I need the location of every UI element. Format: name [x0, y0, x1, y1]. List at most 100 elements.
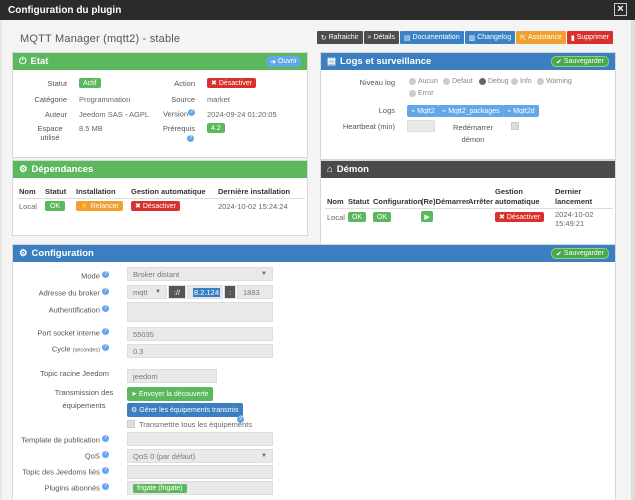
topic-jeedoms-input[interactable] — [127, 465, 273, 479]
institution-icon: ⌂ — [327, 164, 333, 175]
help-icon[interactable]: ? — [102, 451, 109, 458]
dep-col-derniere: Dernière installation — [218, 187, 291, 196]
open-button[interactable]: ➜ Ouvrir — [266, 56, 301, 67]
demon-header: ⌂ Démon — [321, 161, 615, 178]
topic-racine-input[interactable]: jeedom — [127, 369, 217, 383]
details-button[interactable]: ⌕ Détails — [363, 31, 399, 44]
help-icon[interactable]: ? — [102, 288, 109, 295]
plugin-toolbar: ↻ Rafraichir ⌕ Détails ▤ Documentation ▥ Cha… — [316, 31, 613, 44]
demon-col-restart: (Re)Démarrer — [421, 197, 469, 206]
trash-icon: ▮ — [570, 34, 575, 42]
close-icon[interactable]: × — [614, 3, 627, 16]
transmit-all-checkbox[interactable] — [127, 420, 135, 428]
broker-protocol-select[interactable]: mqtt ▼ — [127, 285, 167, 299]
delete-button[interactable]: ▮ Supprimer — [566, 31, 613, 44]
help-icon[interactable]: ? — [102, 483, 109, 490]
disable-plugin-button[interactable]: ✖ Désactiver — [207, 78, 256, 88]
logs-save-button[interactable]: ✔ Sauvegarder — [551, 56, 609, 67]
source-label: Source — [171, 95, 195, 104]
level-radio-error[interactable]: Error — [409, 90, 434, 97]
plugin-tag[interactable]: frigate (frigate) — [133, 483, 187, 493]
chevron-down-icon: ▼ — [261, 271, 267, 277]
redemarrer-label: Redémarrer démon — [452, 123, 493, 144]
dep-col-statut: Statut — [45, 187, 67, 196]
etat-panel: ⏻ Etat ➜ Ouvrir Statut Actif Action ✖ Désa… — [12, 52, 308, 158]
chevron-down-icon: ▼ — [155, 289, 161, 295]
broker-separator: :// — [168, 285, 186, 299]
espace-value: 8.5 MB — [79, 124, 103, 133]
log-mqtt2-button[interactable]: ⌁ Mqtt2 — [407, 105, 439, 117]
external-link-icon: ⇱ — [520, 34, 526, 42]
broker-host-input[interactable]: 8.2.124 — [187, 285, 223, 299]
port-socket-label: Port socket interne ? — [37, 328, 109, 338]
help-icon[interactable]: ? — [102, 467, 109, 474]
level-radio-warning[interactable]: Warning — [537, 78, 572, 85]
help-icon[interactable]: ? — [237, 416, 244, 423]
refresh-button[interactable]: ↻ Rafraichir — [316, 31, 363, 44]
heartbeat-input[interactable] — [407, 120, 435, 132]
categorie-label: Catégorie — [34, 95, 67, 104]
mode-select[interactable]: Broker distant ▼ — [127, 267, 273, 281]
transmit-all-label: Transmettre tous les équipements — [139, 420, 253, 429]
plugin-config-body: MQTT Manager (mqtt2) - stable ↻ Rafraichi… — [2, 20, 633, 500]
logs-header: ▤ Logs et surveillance ✔ Sauvegarder — [321, 53, 615, 70]
check-icon: ✔ — [556, 58, 562, 66]
demon-config-badge: OK — [373, 212, 391, 222]
help-icon[interactable]: ? — [102, 435, 109, 442]
restart-daemon-button[interactable]: ▶ — [421, 211, 433, 222]
relaunch-dependencies-button[interactable]: ⚡ Relancer — [76, 201, 123, 211]
demon-col-stop: Arrêter — [468, 197, 494, 206]
configuration-header: ⚙ Configuration ✔ Sauvegarder — [13, 245, 615, 262]
cycle-input[interactable]: 0.3 — [127, 344, 273, 358]
gear-icon: ⚙ — [131, 407, 138, 414]
help-icon[interactable]: ? — [102, 344, 109, 351]
demon-col-nom: Nom — [327, 197, 344, 206]
scrollbar[interactable] — [631, 20, 635, 500]
mode-label: Mode ? — [81, 271, 109, 281]
qos-select[interactable]: QoS 0 (par défaut) ▼ — [127, 449, 273, 463]
log-mqtt2-packages-button[interactable]: ⌁ Mqtt2_packages — [438, 105, 504, 117]
help-icon[interactable]: ? — [102, 305, 109, 312]
gear-icon: ⚙ — [19, 164, 28, 175]
assistance-button[interactable]: ⇱ Assistance — [516, 31, 566, 44]
manage-equipment-button[interactable]: ⚙ Gérer les équipements transmis — [127, 403, 243, 417]
paperclip-icon: ⌁ — [411, 108, 416, 115]
help-icon[interactable]: ? — [187, 135, 194, 142]
help-icon[interactable]: ? — [188, 109, 195, 116]
level-radio-aucun[interactable]: Aucun — [409, 78, 438, 85]
dep-disable-auto-button[interactable]: ✖ Désactiver — [131, 201, 180, 211]
broker-colon: : — [224, 285, 236, 299]
chevron-down-icon: ▼ — [261, 453, 267, 459]
plugins-label: Plugins abonnés ? — [44, 483, 109, 493]
config-save-button[interactable]: ✔ Sauvegarder — [551, 248, 609, 259]
level-radio-defaut[interactable]: Defaut — [443, 78, 473, 85]
send-discovery-button[interactable]: ➤ Envoyer la découverte — [127, 387, 213, 401]
prerequis-badge: 4.2 — [207, 123, 225, 133]
bolt-icon: ⚡ — [80, 203, 89, 210]
broker-port-input[interactable]: 1883 — [237, 285, 273, 299]
help-icon[interactable]: ? — [102, 271, 109, 278]
dep-col-installation: Installation — [76, 187, 116, 196]
demon-col-gestion: Gestion automatique — [495, 187, 540, 206]
restart-daemon-checkbox[interactable] — [511, 122, 519, 130]
configuration-title: Configuration — [31, 248, 94, 259]
check-icon: ✔ — [556, 250, 562, 258]
documentation-button[interactable]: ▤ Documentation — [399, 31, 464, 44]
auth-textarea[interactable] — [127, 302, 273, 322]
port-socket-input[interactable]: 55035 — [127, 327, 273, 341]
prerequis-label: Prérequis — [162, 124, 195, 133]
book-icon: ▤ — [403, 34, 411, 42]
changelog-button[interactable]: ▥ Changelog — [464, 31, 516, 44]
dependances-title: Dépendances — [31, 164, 94, 175]
template-input[interactable] — [127, 432, 273, 446]
log-mqtt2d-button[interactable]: ⌁ Mqtt2d — [503, 105, 539, 117]
level-radio-info[interactable]: Info — [511, 78, 532, 85]
demon-disable-auto-button[interactable]: ✖ Désactiver — [495, 212, 544, 222]
plugins-select[interactable]: frigate (frigate) — [127, 481, 273, 495]
statut-badge: Actif — [79, 78, 101, 88]
help-icon[interactable]: ? — [102, 328, 109, 335]
demon-title: Démon — [336, 164, 369, 175]
level-radio-debug[interactable]: Debug — [479, 78, 509, 85]
demon-nom: Local — [327, 213, 345, 222]
close-icon: ✖ — [499, 214, 505, 221]
